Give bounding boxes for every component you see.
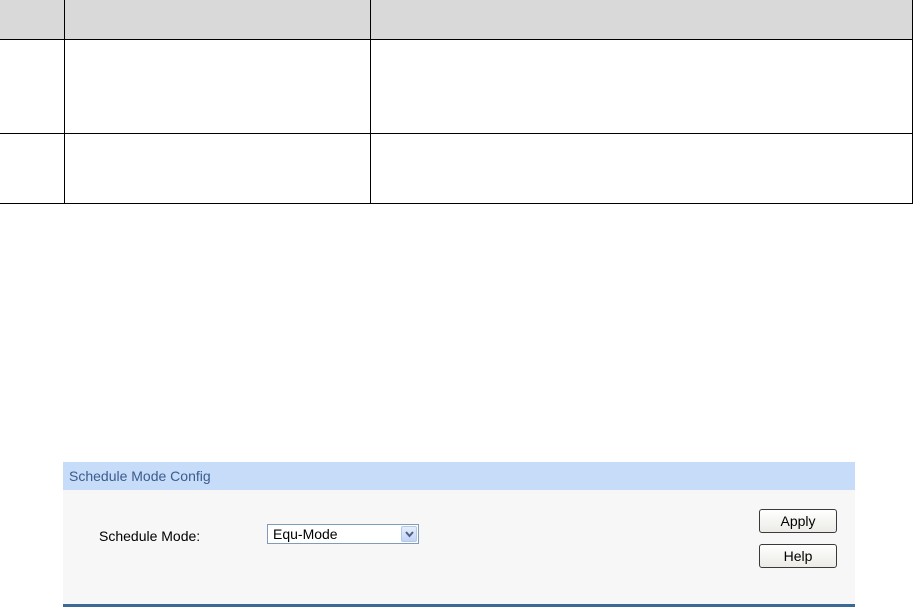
schedule-mode-selected-value: Equ-Mode <box>273 526 338 542</box>
schedule-mode-select[interactable]: Equ-Mode <box>267 524 419 544</box>
table-header-cell <box>64 0 371 40</box>
table-header-row <box>0 0 913 40</box>
panel-title: Schedule Mode Config <box>63 462 855 490</box>
table-cell <box>370 39 913 134</box>
table-header-cell <box>0 0 65 40</box>
table-row <box>0 39 913 134</box>
apply-button[interactable]: Apply <box>759 509 837 533</box>
schedule-mode-label: Schedule Mode: <box>99 528 201 544</box>
schedule-mode-panel: Schedule Mode Config Schedule Mode: Equ-… <box>63 462 855 607</box>
help-button[interactable]: Help <box>759 544 837 568</box>
table-cell <box>64 133 371 204</box>
table-header-cell <box>370 0 913 40</box>
document-table <box>0 0 913 204</box>
chevron-down-icon[interactable] <box>401 526 417 542</box>
panel-body: Schedule Mode: Equ-Mode Apply Help <box>63 490 855 604</box>
table-row <box>0 133 913 204</box>
table-cell <box>370 133 913 204</box>
table-cell <box>0 39 65 134</box>
table-cell <box>0 133 65 204</box>
table-cell <box>64 39 371 134</box>
